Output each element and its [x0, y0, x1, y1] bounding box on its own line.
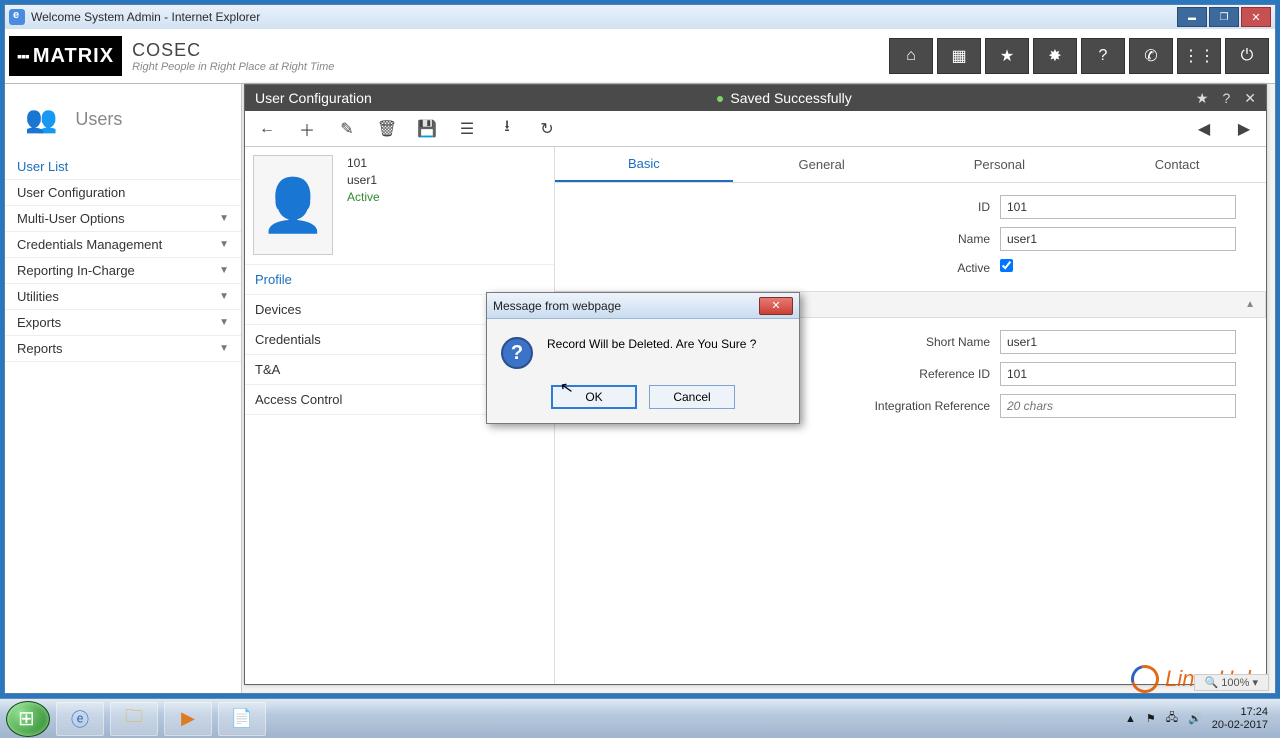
success-icon: ●: [716, 90, 724, 106]
dialog-message: Record Will be Deleted. Are You Sure ?: [547, 337, 756, 351]
reference-id-field[interactable]: [1000, 362, 1236, 386]
back-icon[interactable]: ←: [253, 115, 281, 143]
panel-help-icon[interactable]: ?: [1222, 90, 1230, 106]
sidebar-item-user-configuration[interactable]: User Configuration: [5, 180, 241, 206]
tab-general[interactable]: General: [733, 147, 911, 182]
question-icon: ?: [501, 337, 533, 369]
add-icon[interactable]: ＋: [293, 115, 321, 143]
taskbar-explorer-icon[interactable]: 🗀: [110, 702, 158, 736]
refresh-icon[interactable]: ↻: [533, 115, 561, 143]
window-minimize-button[interactable]: [1177, 7, 1207, 27]
taskbar: ⓔ 🗀 ▶ 📄 ▲ ⚑ 🖧 🔊 17:24 20-02-2017: [0, 698, 1280, 738]
dialog-close-button[interactable]: ✕: [759, 297, 793, 315]
matrix-logo: ▪▪▪MATRIX: [9, 36, 122, 76]
integration-reference-field[interactable]: [1000, 394, 1236, 418]
chevron-down-icon: ▼: [219, 213, 229, 224]
reference-id-label: Reference ID: [919, 367, 990, 381]
chevron-down-icon: ▼: [219, 291, 229, 302]
home-icon[interactable]: ⌂: [889, 38, 933, 74]
active-checkbox[interactable]: [1000, 259, 1013, 272]
profile-nav-profile[interactable]: Profile: [245, 265, 554, 295]
avatar: 👤: [253, 155, 333, 255]
taskbar-ie-icon[interactable]: ⓔ: [56, 702, 104, 736]
help-icon[interactable]: ?: [1081, 38, 1125, 74]
tab-contact[interactable]: Contact: [1088, 147, 1266, 182]
ie-titlebar: Welcome System Admin - Internet Explorer: [5, 5, 1275, 29]
start-button[interactable]: [6, 701, 50, 737]
panel-star-icon[interactable]: ★: [1196, 90, 1209, 107]
window-close-button[interactable]: [1241, 7, 1271, 27]
id-label: ID: [978, 200, 990, 214]
name-label: Name: [958, 232, 990, 246]
zoom-indicator[interactable]: 🔍 100% ▾: [1194, 674, 1269, 691]
chevron-down-icon: ▼: [219, 317, 229, 328]
grid-icon[interactable]: ▦: [937, 38, 981, 74]
network-icon[interactable]: ⋮⋮: [1177, 38, 1221, 74]
panel-title: User Configuration: [255, 90, 372, 106]
tray-flag-icon[interactable]: ⚑: [1146, 712, 1156, 725]
sidebar: 👥 Users User List User Configuration Mul…: [5, 84, 242, 693]
tray-clock[interactable]: 17:24 20-02-2017: [1212, 706, 1268, 731]
sidebar-item-utilities[interactable]: Utilities▼: [5, 284, 241, 310]
users-icon: 👥: [25, 104, 57, 135]
window-maximize-button[interactable]: [1209, 7, 1239, 27]
integration-reference-label: Integration Reference: [875, 399, 990, 413]
chevron-down-icon: ▼: [219, 343, 229, 354]
tab-basic[interactable]: Basic: [555, 147, 733, 182]
profile-id: 101: [347, 155, 380, 172]
short-name-label: Short Name: [926, 335, 990, 349]
tray-chevron-icon[interactable]: ▲: [1125, 713, 1136, 725]
tab-personal[interactable]: Personal: [911, 147, 1089, 182]
short-name-field[interactable]: [1000, 330, 1236, 354]
dialog-title: Message from webpage: [493, 299, 621, 313]
star-icon[interactable]: ★: [985, 38, 1029, 74]
prev-icon[interactable]: ◀: [1190, 115, 1218, 143]
tray-network-icon[interactable]: 🖧: [1166, 709, 1178, 728]
linuxhelp-logo-icon: [1126, 660, 1164, 698]
id-field[interactable]: [1000, 195, 1236, 219]
edit-icon[interactable]: ✎: [333, 115, 361, 143]
next-icon[interactable]: ▶: [1230, 115, 1258, 143]
save-icon[interactable]: 💾: [413, 115, 441, 143]
app-header: ▪▪▪MATRIX COSEC Right People in Right Pl…: [5, 29, 1275, 84]
sidebar-item-reporting-in-charge[interactable]: Reporting In-Charge▼: [5, 258, 241, 284]
collapse-icon: ▲: [1245, 299, 1255, 310]
saved-status: Saved Successfully: [730, 90, 851, 106]
name-field[interactable]: [1000, 227, 1236, 251]
sidebar-item-exports[interactable]: Exports▼: [5, 310, 241, 336]
delete-icon[interactable]: 🗑: [373, 115, 401, 143]
chevron-down-icon: ▼: [219, 239, 229, 250]
panel-toolbar: ← ＋ ✎ 🗑 💾 ☰ ⭳ ↻ ◀ ▶: [245, 111, 1266, 147]
confirm-dialog: Message from webpage ✕ ? Record Will be …: [486, 292, 800, 424]
sidebar-item-multi-user-options[interactable]: Multi-User Options▼: [5, 206, 241, 232]
profile-name: user1: [347, 172, 380, 189]
power-icon[interactable]: ⏻: [1225, 38, 1269, 74]
active-label: Active: [957, 261, 990, 275]
sidebar-item-reports[interactable]: Reports▼: [5, 336, 241, 362]
chevron-down-icon: ▼: [219, 265, 229, 276]
ie-title: Welcome System Admin - Internet Explorer: [31, 10, 1177, 24]
ie-favicon-icon: [9, 9, 25, 25]
cancel-button[interactable]: Cancel: [649, 385, 735, 409]
phone-icon[interactable]: ✆: [1129, 38, 1173, 74]
download-icon[interactable]: ⭳: [493, 115, 521, 143]
taskbar-notepad-icon[interactable]: 📄: [218, 702, 266, 736]
panel-close-icon[interactable]: ✕: [1244, 90, 1256, 107]
product-name: COSEC: [132, 40, 334, 61]
sidebar-item-credentials-management[interactable]: Credentials Management▼: [5, 232, 241, 258]
settings-icon[interactable]: ✸: [1033, 38, 1077, 74]
product-tagline: Right People in Right Place at Right Tim…: [132, 61, 334, 73]
profile-status: Active: [347, 189, 380, 206]
tray-volume-icon[interactable]: 🔊: [1188, 712, 1202, 725]
sidebar-heading: 👥 Users: [5, 84, 241, 154]
taskbar-media-icon[interactable]: ▶: [164, 702, 212, 736]
sidebar-item-user-list[interactable]: User List: [5, 154, 241, 180]
list-icon[interactable]: ☰: [453, 115, 481, 143]
